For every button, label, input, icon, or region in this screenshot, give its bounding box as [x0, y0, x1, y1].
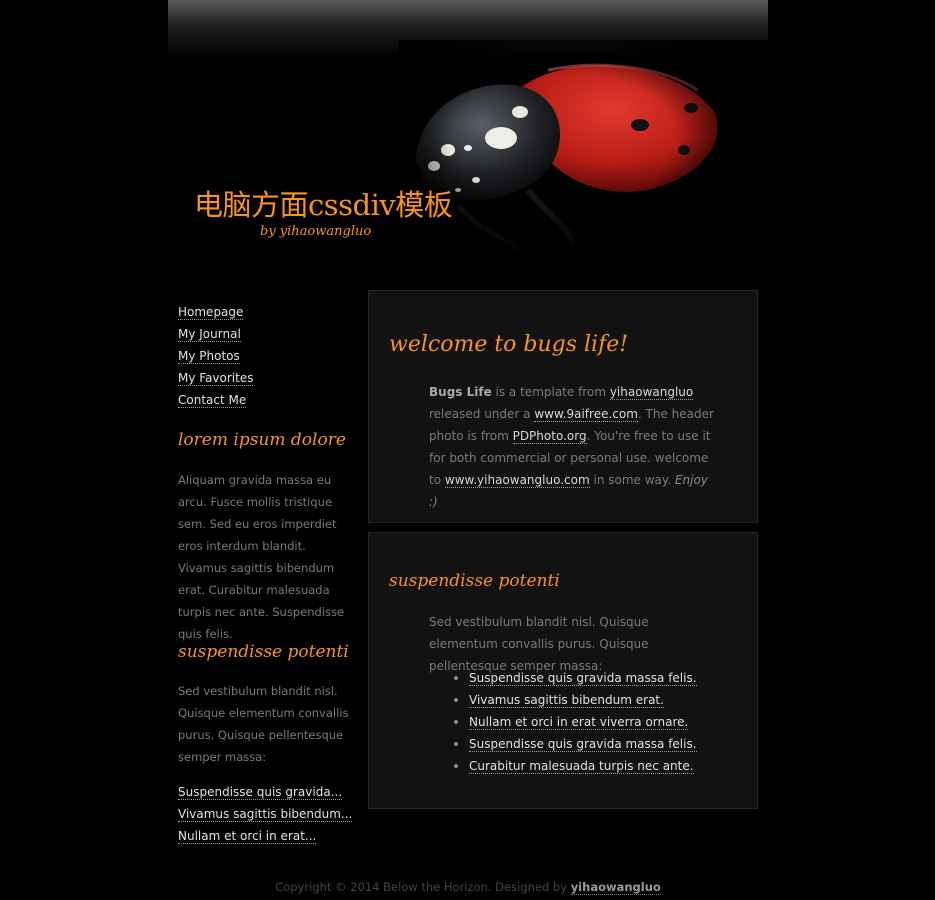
nav-link-my-photos[interactable]: My Photos [178, 349, 240, 364]
page-wrapper: 电脑方面cssdiv模板 by yihaowangluo Homepage My… [168, 0, 768, 900]
list-link[interactable]: Curabitur malesuada turpis nec ante. [469, 759, 694, 774]
nav-link-contact-me[interactable]: Contact Me [178, 393, 247, 408]
nav-link-my-journal[interactable]: My Journal [178, 327, 241, 342]
nav-item-my-journal: My Journal [178, 322, 358, 344]
nav-item-contact-me: Contact Me [178, 388, 358, 410]
sidebar-link[interactable]: Suspendisse quis gravida... [178, 785, 343, 800]
nav-item-my-favorites: My Favorites [178, 366, 358, 388]
sidebar: Homepage My Journal My Photos My Favorit… [178, 300, 358, 844]
suspendisse-heading: suspendisse potenti [389, 571, 560, 591]
author-link[interactable]: yihaowangluo [609, 385, 694, 400]
welcome-panel: welcome to bugs life! Bugs Life is a tem… [368, 290, 758, 523]
suspendisse-panel: suspendisse potenti Sed vestibulum bland… [368, 532, 758, 809]
sidebar-text-suspendisse: Sed vestibulum blandit nisl. Quisque ele… [178, 684, 349, 764]
site-title: 电脑方面cssdiv模板 [194, 188, 453, 222]
photo-source-link[interactable]: PDPhoto.org [512, 429, 587, 444]
sidebar-links: Suspendisse quis gravida... Vivamus sagi… [178, 780, 353, 846]
list-item: Nullam et orci in erat... [178, 824, 352, 846]
text-span: released under a [429, 407, 535, 421]
list-link[interactable]: Suspendisse quis gravida massa felis. [469, 671, 697, 686]
designer-link[interactable]: yihaowangluo [570, 880, 661, 895]
ladybug-photo [398, 40, 768, 260]
list-link[interactable]: Suspendisse quis gravida massa felis. [469, 737, 697, 752]
nav-item-my-photos: My Photos [178, 344, 358, 366]
main-nav: Homepage My Journal My Photos My Favorit… [178, 300, 358, 410]
nav-item-homepage: Homepage [178, 300, 358, 322]
website-link[interactable]: www.yihaowangluo.com [444, 473, 590, 488]
sidebar-heading-suspendisse: suspendisse potenti [178, 642, 349, 662]
site-subtitle: by yihaowangluo [260, 224, 372, 239]
list-item: Suspendisse quis gravida massa felis. [454, 733, 697, 755]
nav-link-my-favorites[interactable]: My Favorites [178, 371, 254, 386]
list-item: Nullam et orci in erat viverra ornare. [454, 711, 697, 733]
license-link[interactable]: www.9aifree.com [534, 407, 638, 422]
sidebar-text-lorem: Aliquam gravida massa eu arcu. Fusce mol… [178, 473, 345, 641]
list-link[interactable]: Vivamus sagittis bibendum erat. [469, 693, 664, 708]
welcome-heading: welcome to bugs life! [389, 332, 629, 357]
list-item: Curabitur malesuada turpis nec ante. [454, 755, 697, 777]
sidebar-link[interactable]: Vivamus sagittis bibendum... [178, 807, 353, 822]
text-span: in some way. [589, 473, 675, 487]
sidebar-heading-lorem: lorem ipsum dolore [178, 430, 346, 450]
suspendisse-list: Suspendisse quis gravida massa felis. Vi… [454, 667, 697, 777]
list-item: Vivamus sagittis bibendum... [178, 802, 353, 824]
header: 电脑方面cssdiv模板 by yihaowangluo [168, 0, 768, 260]
list-item: Vivamus sagittis bibendum erat. [454, 689, 697, 711]
bold-text: Bugs Life [429, 385, 492, 399]
footer: Copyright © 2014 Below the Horizon. Desi… [168, 880, 768, 895]
list-item: Suspendisse quis gravida... [178, 780, 352, 802]
sidebar-link[interactable]: Nullam et orci in erat... [178, 829, 317, 844]
nav-link-homepage[interactable]: Homepage [178, 305, 244, 320]
list-item: Suspendisse quis gravida massa felis. [454, 667, 697, 689]
list-link[interactable]: Nullam et orci in erat viverra ornare. [469, 715, 689, 730]
welcome-text: Bugs Life is a template from yihaowanglu… [429, 381, 719, 513]
text-span: is a template from [491, 385, 610, 399]
copyright-text: Copyright © 2014 Below the Horizon. Desi… [275, 880, 571, 894]
